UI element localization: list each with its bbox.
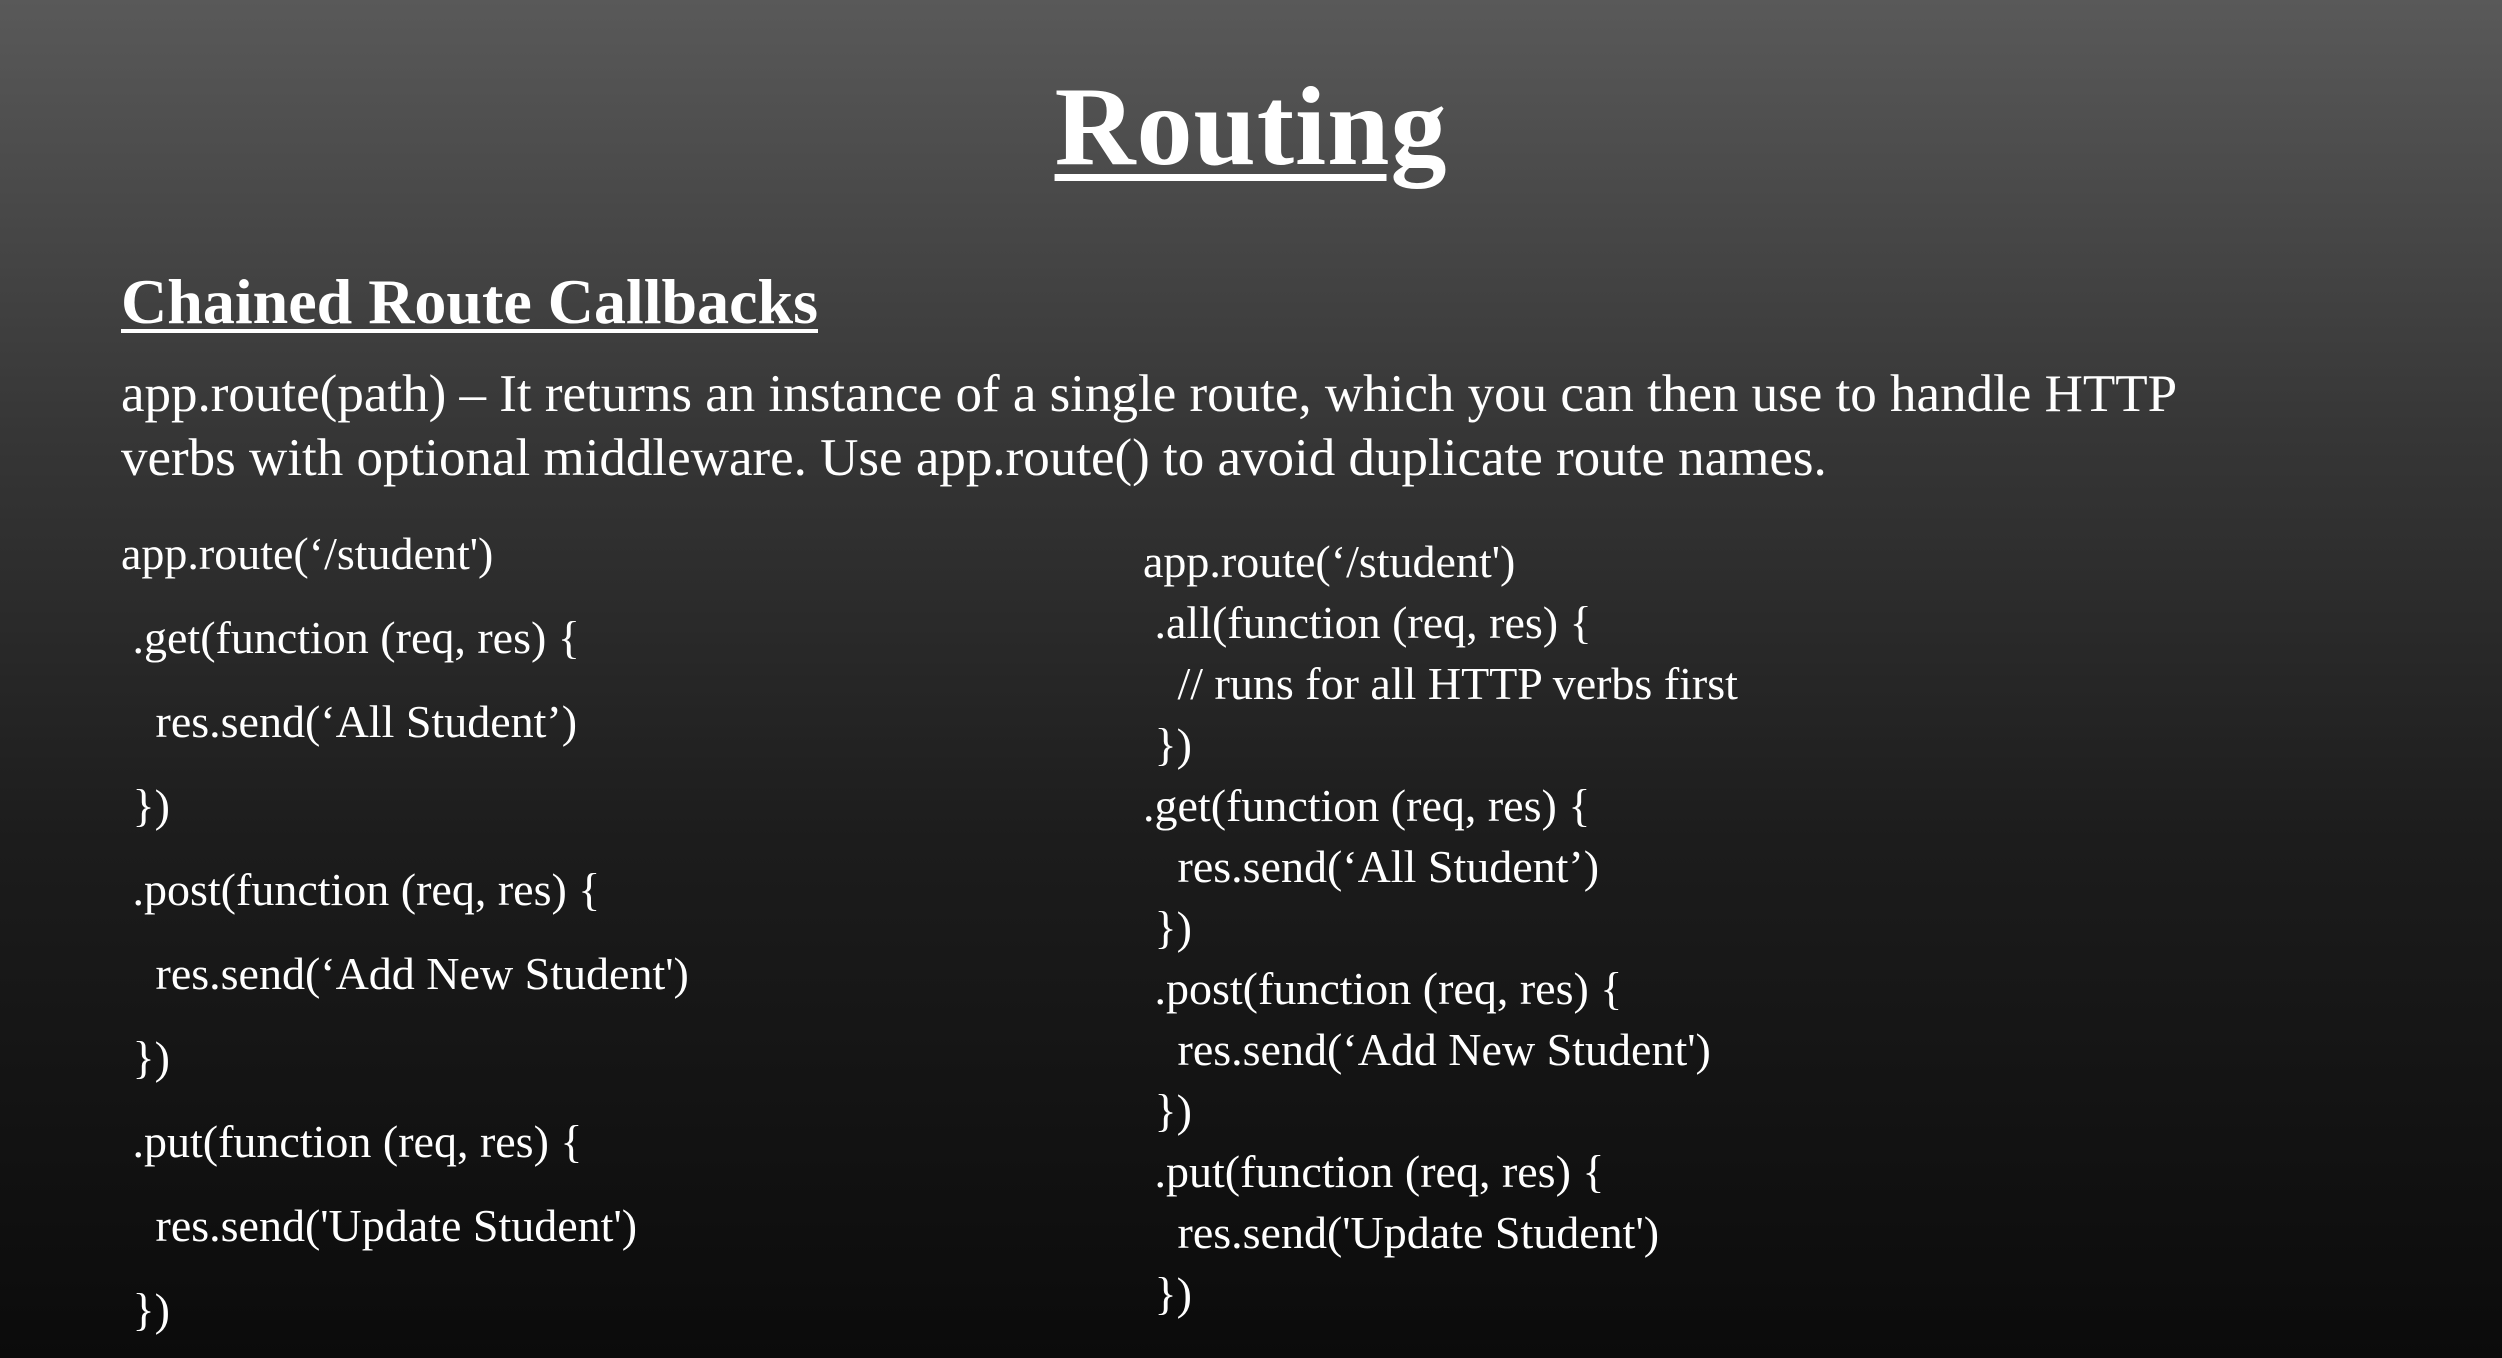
code-line: .post(function (req, res) { xyxy=(121,864,601,915)
code-line: }) xyxy=(121,780,170,831)
code-line: .get(function (req, res) { xyxy=(1143,780,1591,831)
code-line: }) xyxy=(121,1284,170,1335)
code-line: }) xyxy=(1143,719,1192,770)
code-line: app.route(‘/student') xyxy=(121,528,494,579)
code-example-right: app.route(‘/student') .all(function (req… xyxy=(1143,531,1738,1324)
description-text: app.route(path) – It returns an instance… xyxy=(121,362,2421,490)
description-line: verbs with optional middleware. Use app.… xyxy=(121,429,1827,487)
slide-title: Routing xyxy=(1054,65,1448,189)
code-line: }) xyxy=(1143,902,1192,953)
code-line: }) xyxy=(1143,1268,1192,1319)
code-line: .get(function (req, res) { xyxy=(121,612,580,663)
code-line: }) xyxy=(121,1032,170,1083)
description-line: app.route(path) – It returns an instance… xyxy=(121,365,2178,423)
code-example-left: app.route(‘/student') .get(function (req… xyxy=(121,512,689,1352)
code-line: .put(function (req, res) { xyxy=(121,1116,583,1167)
slide: Routing Chained Route Callbacks app.rout… xyxy=(0,0,2502,1358)
code-line: app.route(‘/student') xyxy=(1143,536,1516,587)
code-line: .post(function (req, res) { xyxy=(1143,963,1623,1014)
section-heading: Chained Route Callbacks xyxy=(121,266,818,337)
code-line: res.send(‘Add New Student') xyxy=(121,948,689,999)
code-line: res.send(‘All Student’) xyxy=(121,696,578,747)
code-line: // runs for all HTTP verbs first xyxy=(1143,658,1738,709)
code-line: .put(function (req, res) { xyxy=(1143,1146,1605,1197)
code-line: res.send('Update Student') xyxy=(1143,1207,1660,1258)
code-line: }) xyxy=(1143,1085,1192,1136)
code-line: res.send(‘All Student’) xyxy=(1143,841,1600,892)
code-line: res.send('Update Student') xyxy=(121,1200,638,1251)
code-line: res.send(‘Add New Student') xyxy=(1143,1024,1711,1075)
code-line: .all(function (req, res) { xyxy=(1143,597,1592,648)
